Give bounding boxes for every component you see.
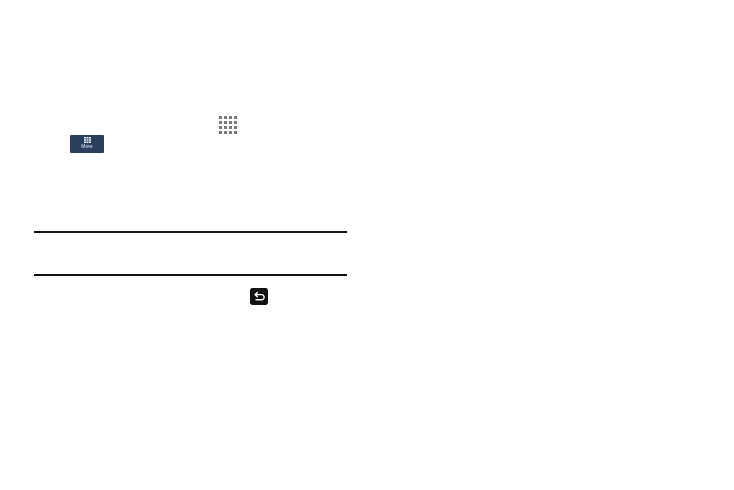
back-key-icon	[250, 288, 268, 305]
more-button[interactable]: More	[70, 135, 104, 153]
grid-icon	[83, 137, 91, 143]
more-button-label: More	[81, 144, 93, 150]
note-top-rule	[34, 231, 347, 233]
manual-page: More	[0, 0, 734, 490]
note-bottom-rule	[34, 274, 347, 276]
apps-icon	[219, 116, 237, 134]
